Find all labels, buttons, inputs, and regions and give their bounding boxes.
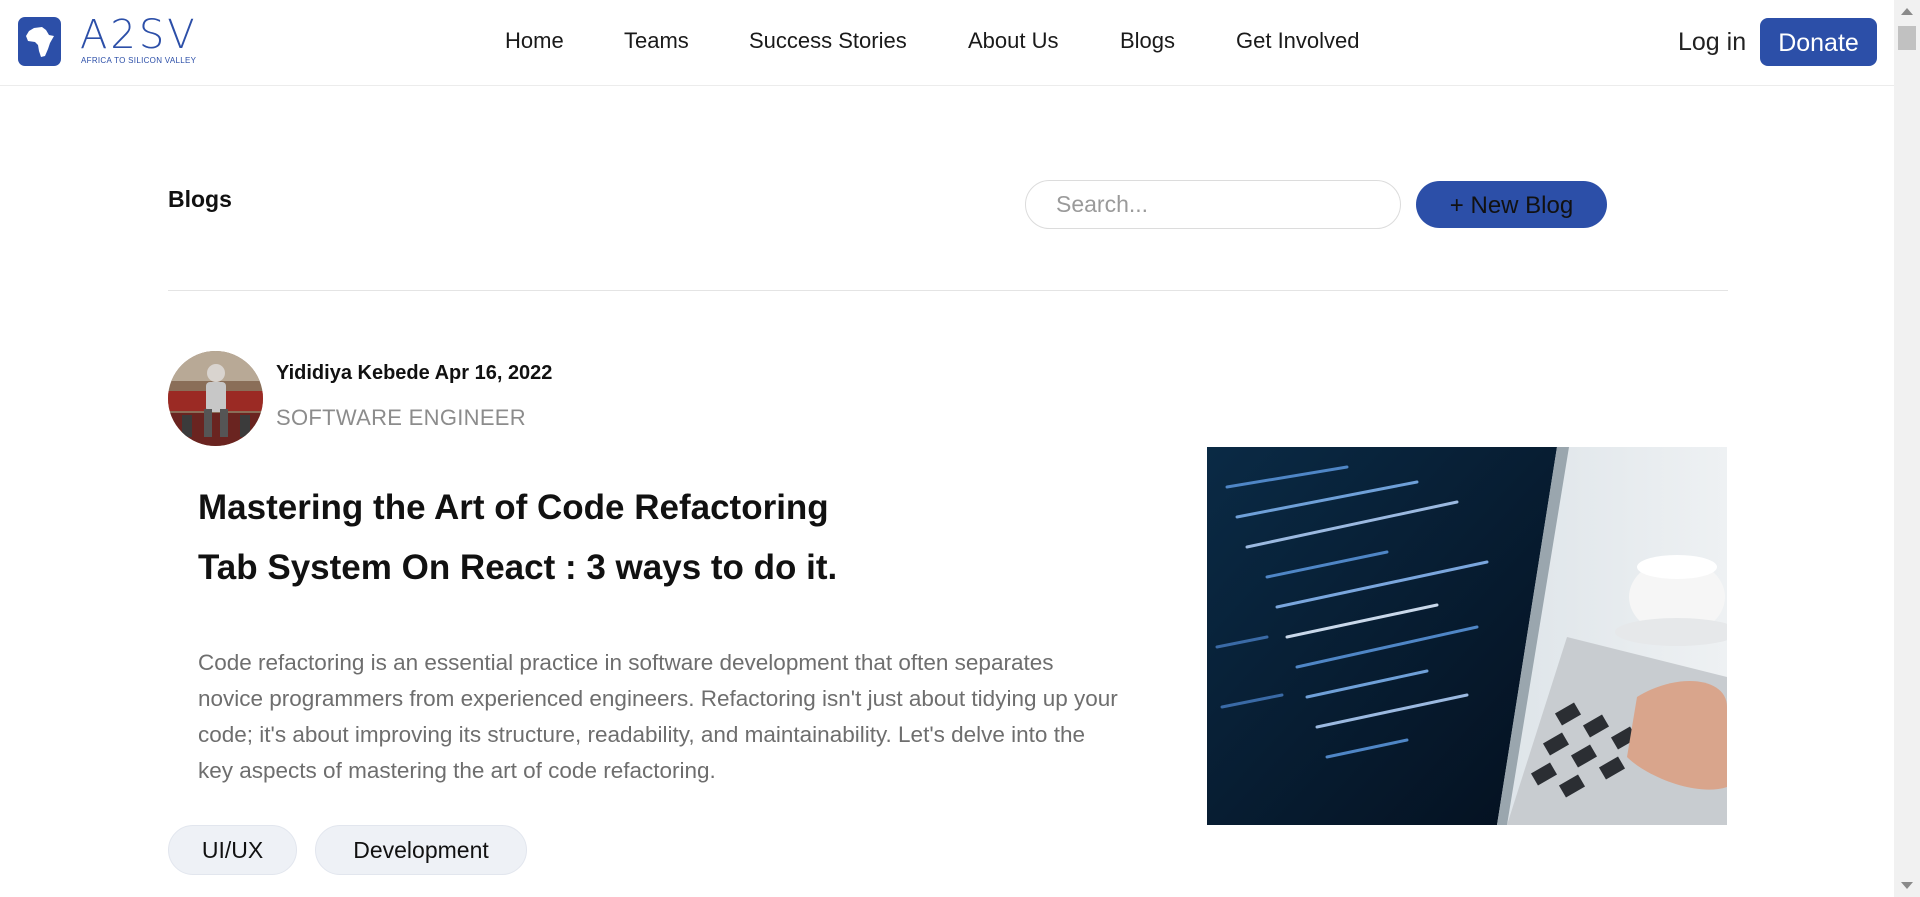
nav-blogs[interactable]: Blogs bbox=[1120, 28, 1175, 54]
post-title-line[interactable]: Tab System On React : 3 ways to do it. bbox=[198, 538, 1058, 598]
post-cover-image[interactable] bbox=[1207, 447, 1727, 825]
author-name[interactable]: Yididiya Kebede bbox=[276, 362, 430, 384]
nav-teams[interactable]: Teams bbox=[624, 28, 689, 54]
site-header: A2SV AFRICA TO SILICON VALLEY Home Teams… bbox=[0, 0, 1894, 86]
donate-button[interactable]: Donate bbox=[1760, 18, 1877, 66]
scroll-down-arrow-icon[interactable] bbox=[1901, 882, 1913, 889]
login-link[interactable]: Log in bbox=[1678, 27, 1746, 57]
post-title[interactable]: Mastering the Art of Code Refactoring Ta… bbox=[198, 478, 1058, 598]
africa-logo-icon[interactable] bbox=[18, 17, 61, 66]
search-input[interactable] bbox=[1025, 180, 1401, 229]
nav-home[interactable]: Home bbox=[505, 28, 564, 54]
author-avatar[interactable] bbox=[168, 351, 263, 446]
nav-about-us[interactable]: About Us bbox=[968, 28, 1059, 54]
logo-subtitle: AFRICA TO SILICON VALLEY bbox=[81, 56, 197, 65]
nav-success-stories[interactable]: Success Stories bbox=[749, 28, 907, 54]
scroll-up-arrow-icon[interactable] bbox=[1901, 8, 1913, 15]
post-date: Apr 16, 2022 bbox=[434, 362, 553, 384]
tag-ui-ux[interactable]: UI/UX bbox=[168, 825, 297, 875]
page-title: Blogs bbox=[168, 186, 232, 212]
post-excerpt: Code refactoring is an essential practic… bbox=[198, 650, 1118, 783]
scroll-thumb[interactable] bbox=[1898, 26, 1916, 50]
tag-development[interactable]: Development bbox=[315, 825, 527, 875]
nav-get-involved[interactable]: Get Involved bbox=[1236, 28, 1360, 54]
divider bbox=[168, 290, 1728, 291]
logo-wordmark[interactable]: A2SV bbox=[80, 14, 198, 56]
author-line: Yididiya Kebede Apr 16, 2022 bbox=[276, 361, 552, 385]
new-blog-button[interactable]: + New Blog bbox=[1416, 181, 1607, 228]
page-scrollbar[interactable] bbox=[1894, 0, 1920, 897]
author-role: SOFTWARE ENGINEER bbox=[276, 405, 526, 430]
post-title-line[interactable]: Mastering the Art of Code Refactoring bbox=[198, 478, 1058, 538]
